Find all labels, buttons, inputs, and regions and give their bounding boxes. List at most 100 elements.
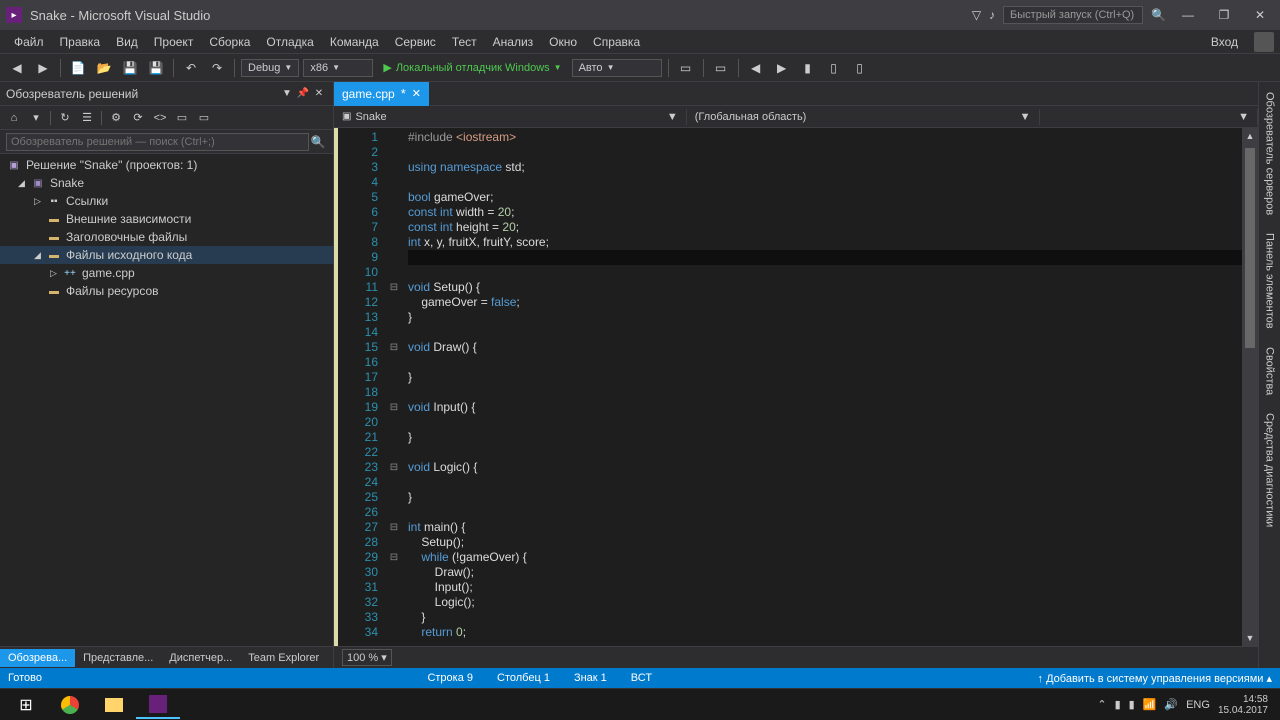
right-panel-tab[interactable]: Обозреватель серверов bbox=[1262, 86, 1278, 221]
login-button[interactable]: Вход bbox=[1201, 32, 1248, 52]
menu-item[interactable]: Файл bbox=[6, 32, 52, 52]
filter-icon[interactable]: ▽ bbox=[972, 8, 981, 22]
undo-button[interactable]: ↶ bbox=[180, 57, 202, 79]
project-node[interactable]: ◢ ▣ Snake bbox=[0, 174, 333, 192]
taskbar-clock[interactable]: 14:58 15.04.2017 bbox=[1218, 694, 1268, 716]
resources-node[interactable]: ▬ Файлы ресурсов bbox=[0, 282, 333, 300]
menu-item[interactable]: Правка bbox=[52, 32, 109, 52]
solution-node[interactable]: ▣ Решение "Snake" (проектов: 1) bbox=[0, 156, 333, 174]
start-debug-button[interactable]: ▶ Локальный отладчик Windows ▼ bbox=[377, 59, 567, 76]
close-button[interactable]: ✕ bbox=[1246, 5, 1274, 25]
show-all-icon[interactable]: ☰ bbox=[77, 108, 97, 128]
solution-search-input[interactable] bbox=[6, 133, 309, 151]
source-node[interactable]: ◢ ▬ Файлы исходного кода bbox=[0, 246, 333, 264]
start-button[interactable]: ⊞ bbox=[4, 691, 48, 719]
tray-battery-icon[interactable]: ▮ bbox=[1115, 698, 1121, 711]
vs-taskbar-icon[interactable] bbox=[136, 691, 180, 719]
tray-volume-icon[interactable]: 🔊 bbox=[1164, 698, 1178, 711]
right-panel-tab[interactable]: Панель элементов bbox=[1262, 227, 1278, 335]
toolbar-icon-5[interactable]: ▯ bbox=[823, 57, 845, 79]
scroll-thumb[interactable] bbox=[1245, 148, 1255, 348]
config-dropdown[interactable]: Debug▼ bbox=[241, 59, 299, 77]
references-node[interactable]: ▷ ▪▪ Ссылки bbox=[0, 192, 333, 210]
scope-context-dropdown[interactable]: (Глобальная область) ▼ bbox=[687, 109, 1040, 125]
properties-icon[interactable]: ⚙ bbox=[106, 108, 126, 128]
menu-item[interactable]: Тест bbox=[444, 32, 485, 52]
panel-bottom-tabs: Обозрева...Представле...Диспетчер...Team… bbox=[0, 646, 333, 668]
search-icon[interactable]: 🔍 bbox=[309, 133, 327, 151]
bottom-tab[interactable]: Диспетчер... bbox=[161, 649, 240, 667]
menu-item[interactable]: Вид bbox=[108, 32, 146, 52]
toolbar-icon-1[interactable]: ▭ bbox=[675, 57, 697, 79]
menu-item[interactable]: Проект bbox=[146, 32, 202, 52]
minimize-button[interactable]: — bbox=[1174, 5, 1202, 25]
bottom-tab[interactable]: Представле... bbox=[75, 649, 161, 667]
vertical-scrollbar[interactable]: ▲ ▼ bbox=[1242, 128, 1258, 646]
menu-item[interactable]: Окно bbox=[541, 32, 585, 52]
bottom-tab[interactable]: Team Explorer bbox=[240, 649, 327, 667]
close-panel-icon[interactable]: ✕ bbox=[311, 86, 327, 102]
bookmark-button[interactable]: ▮ bbox=[797, 57, 819, 79]
code-editor[interactable]: 1234567891011121314151617181920212223242… bbox=[334, 128, 1258, 646]
save-button[interactable]: 💾 bbox=[119, 57, 141, 79]
headers-node[interactable]: ▬ Заголовочные файлы bbox=[0, 228, 333, 246]
search-icon[interactable]: 🔍 bbox=[1151, 8, 1166, 22]
dropdown-icon[interactable]: ▼ bbox=[279, 86, 295, 102]
scroll-down-icon[interactable]: ▼ bbox=[1242, 630, 1258, 646]
platform-dropdown[interactable]: x86▼ bbox=[303, 59, 373, 77]
menu-item[interactable]: Сервис bbox=[387, 32, 444, 52]
sync-icon[interactable]: ↻ bbox=[55, 108, 75, 128]
context-bar: ▣ Snake ▼ (Глобальная область) ▼ ▼ bbox=[334, 106, 1258, 128]
zoom-dropdown[interactable]: 100 % ▾ bbox=[342, 649, 392, 666]
tray-network-icon[interactable]: ▮ bbox=[1129, 698, 1135, 711]
right-panel-tab[interactable]: Средства диагностики bbox=[1262, 407, 1278, 533]
new-project-button[interactable]: 📄 bbox=[67, 57, 89, 79]
mode-dropdown[interactable]: Авто▼ bbox=[572, 59, 662, 77]
scroll-up-icon[interactable]: ▲ bbox=[1242, 128, 1258, 144]
menu-item[interactable]: Отладка bbox=[258, 32, 321, 52]
forward-button[interactable]: ▶ bbox=[32, 57, 54, 79]
tray-chevron-icon[interactable]: ⌃ bbox=[1097, 698, 1106, 711]
open-file-button[interactable]: 📂 bbox=[93, 57, 115, 79]
explorer-taskbar-icon[interactable] bbox=[92, 691, 136, 719]
tray-lang[interactable]: ENG bbox=[1186, 699, 1210, 711]
right-panel-tab[interactable]: Свойства bbox=[1262, 341, 1278, 401]
system-tray[interactable]: ⌃ ▮ ▮ 📶 🔊 ENG 14:58 15.04.2017 bbox=[1089, 694, 1276, 716]
toolbar-icon-2[interactable]: ▭ bbox=[710, 57, 732, 79]
save-all-button[interactable]: 💾 bbox=[145, 57, 167, 79]
view-icon[interactable]: ▭ bbox=[172, 108, 192, 128]
chrome-taskbar-icon[interactable] bbox=[48, 691, 92, 719]
code-icon[interactable]: <> bbox=[150, 108, 170, 128]
home-icon[interactable]: ⌂ bbox=[4, 108, 24, 128]
quick-launch-input[interactable]: Быстрый запуск (Ctrl+Q) bbox=[1003, 6, 1143, 24]
close-tab-icon[interactable]: ✕ bbox=[412, 87, 421, 100]
fold-column[interactable]: ⊟ ⊟ ⊟ ⊟ ⊟ ⊟ bbox=[386, 128, 402, 646]
maximize-button[interactable]: ❐ bbox=[1210, 5, 1238, 25]
class-icon[interactable]: ▭ bbox=[194, 108, 214, 128]
menu-item[interactable]: Сборка bbox=[201, 32, 258, 52]
source-control-button[interactable]: ↑ Добавить в систему управления версиями… bbox=[1038, 672, 1272, 685]
indent-button[interactable]: ▶ bbox=[771, 57, 793, 79]
notification-icon[interactable]: ♪ bbox=[989, 8, 995, 22]
external-deps-node[interactable]: ▬ Внешние зависимости bbox=[0, 210, 333, 228]
back-button[interactable]: ◀ bbox=[6, 57, 28, 79]
refresh-icon[interactable]: ⟳ bbox=[128, 108, 148, 128]
menu-item[interactable]: Анализ bbox=[485, 32, 542, 52]
tray-wifi-icon[interactable]: 📶 bbox=[1143, 698, 1157, 711]
modified-icon: * bbox=[401, 86, 406, 101]
file-tab-active[interactable]: game.cpp * ✕ bbox=[334, 82, 430, 106]
avatar-icon[interactable] bbox=[1254, 32, 1274, 52]
member-context-dropdown[interactable]: ▼ bbox=[1040, 109, 1258, 125]
bottom-tab[interactable]: Обозрева... bbox=[0, 649, 75, 667]
solution-icon: ▣ bbox=[6, 158, 22, 172]
toolbar-icon-6[interactable]: ▯ bbox=[849, 57, 871, 79]
outdent-button[interactable]: ◀ bbox=[745, 57, 767, 79]
source-file-node[interactable]: ▷ ++ game.cpp bbox=[0, 264, 333, 282]
menu-item[interactable]: Команда bbox=[322, 32, 387, 52]
menu-item[interactable]: Справка bbox=[585, 32, 648, 52]
redo-button[interactable]: ↷ bbox=[206, 57, 228, 79]
code-text[interactable]: #include <iostream> using namespace std;… bbox=[402, 128, 1258, 646]
pin-icon[interactable]: 📌 bbox=[295, 86, 311, 102]
collapse-icon[interactable]: ▾ bbox=[26, 108, 46, 128]
project-context-dropdown[interactable]: ▣ Snake ▼ bbox=[334, 109, 687, 125]
